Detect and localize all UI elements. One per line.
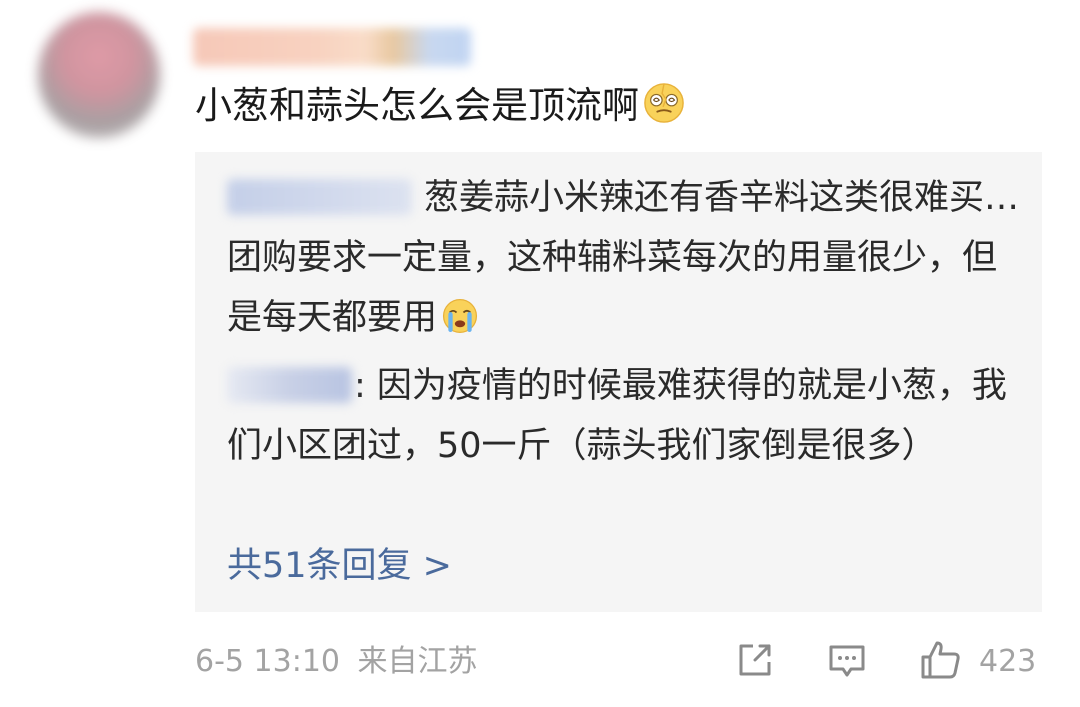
view-more-replies-link[interactable]: 共51条回复 > [227, 542, 452, 590]
comment-card: 小葱和蒜头怎么会是顶流啊 葱姜蒜小米辣还有香辛料这类很难买…团购要求一定量，这种… [0, 0, 1080, 707]
location: 来自江苏 [357, 644, 478, 679]
reply-item: : 因为疫情的时候最难获得的就是小葱，我们小区团过，50一斤（蒜头我们家倒是很多… [227, 356, 1027, 476]
comment-meta: 6-5 13:10 来自江苏 [195, 642, 478, 682]
comment-text: 小葱和蒜头怎么会是顶流啊 [195, 84, 639, 127]
comment-body: 小葱和蒜头怎么会是顶流啊 [195, 82, 685, 130]
timestamp: 6-5 13:10 [195, 644, 340, 679]
crying-face-emoji-icon [442, 298, 478, 334]
reply-preview-box[interactable]: 葱姜蒜小米辣还有香辛料这类很难买…团购要求一定量，这种辅料菜每次的用量很少，但是… [195, 152, 1042, 612]
username-blurred[interactable] [193, 28, 471, 66]
dizzy-face-emoji-icon [644, 83, 684, 123]
reply-author-blurred[interactable] [227, 179, 412, 215]
avatar[interactable] [38, 12, 160, 138]
reply-author-blurred[interactable] [227, 367, 352, 403]
comment-icon[interactable] [825, 638, 869, 682]
comment-footer: 6-5 13:10 来自江苏 423 [195, 638, 1055, 686]
like-count: 423 [979, 644, 1037, 679]
thumbs-up-icon[interactable] [919, 638, 963, 682]
reply-item: 葱姜蒜小米辣还有香辛料这类很难买…团购要求一定量，这种辅料菜每次的用量很少，但是… [227, 168, 1027, 348]
share-icon[interactable] [733, 638, 777, 682]
